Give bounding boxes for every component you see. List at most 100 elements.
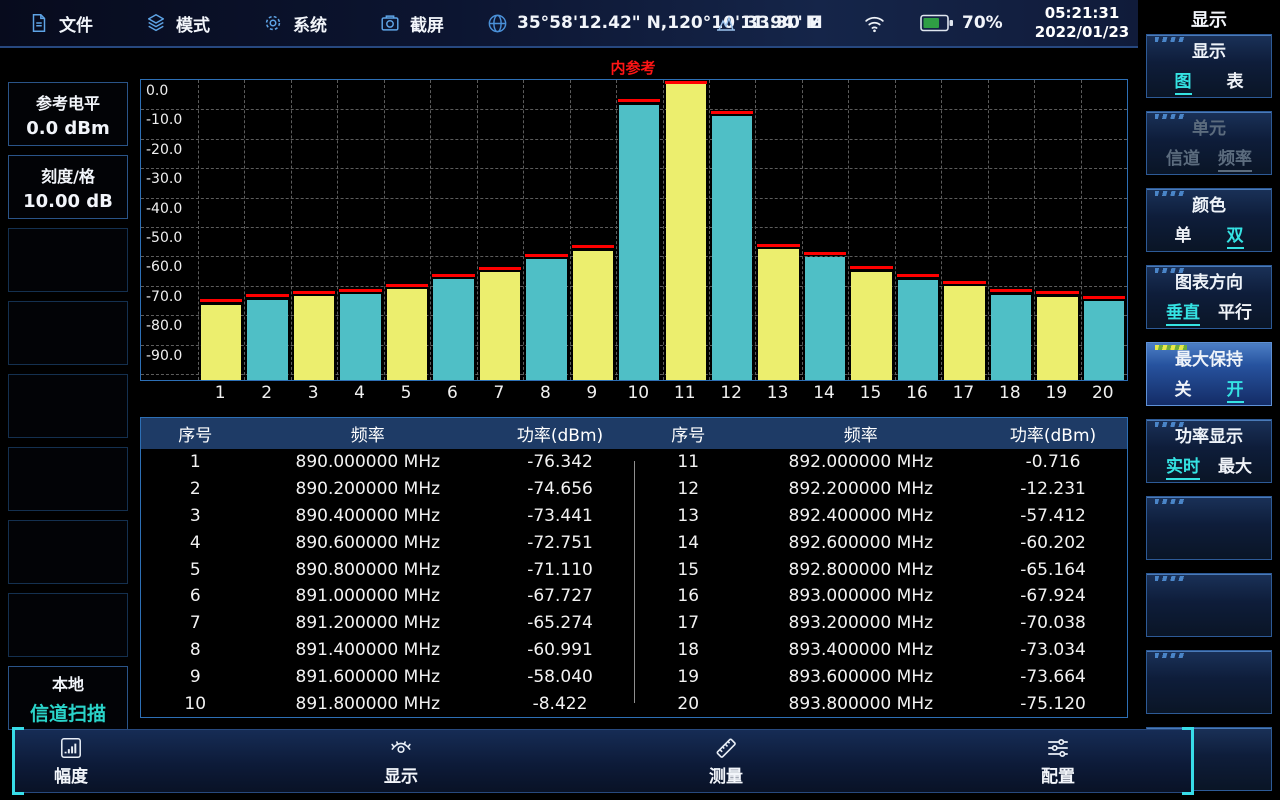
table-row: 17893.200000 MHz-70.038: [634, 610, 1127, 637]
channel-bar-14: [805, 257, 845, 380]
softkey-功率显示[interactable]: 功率显示实时最大: [1146, 419, 1272, 483]
v-gridline: [709, 80, 710, 380]
v-gridline: [430, 80, 431, 380]
v-gridline: [198, 80, 199, 380]
menu-文件[interactable]: 文件: [28, 11, 93, 36]
table-row: 10891.800000 MHz-8.422: [141, 690, 634, 717]
channel-bar-11: [666, 82, 706, 380]
softkey-单元[interactable]: 单元信道频率: [1146, 111, 1272, 175]
table-row: 8891.400000 MHz-60.991: [141, 637, 634, 664]
param-box-本地[interactable]: 本地信道扫描: [8, 666, 128, 730]
max-hold-marker-9: [572, 245, 614, 248]
menu-模式[interactable]: 模式: [145, 11, 210, 36]
corner-stripes-decoration: [1155, 576, 1187, 581]
option-频率[interactable]: 频率: [1218, 144, 1252, 172]
nav-幅度[interactable]: 幅度: [16, 730, 126, 792]
frequency-value: 890.800000 MHz: [249, 556, 486, 583]
v-gridline: [244, 80, 245, 380]
power-value: -73.034: [979, 637, 1127, 664]
param-box-empty: [8, 374, 128, 438]
option-表[interactable]: 表: [1227, 67, 1244, 95]
top-status-bar: 文件模式系统截屏 35°58'12.42" N,120°10'11.94" E …: [0, 0, 1138, 48]
channel-bar-13: [758, 249, 798, 380]
nav-显示[interactable]: 显示: [346, 730, 456, 792]
option-最大[interactable]: 最大: [1218, 452, 1252, 480]
y-tick-label: -90.0: [146, 348, 182, 364]
option-图[interactable]: 图: [1175, 67, 1192, 95]
channel-bar-6: [433, 279, 473, 380]
option-双[interactable]: 双: [1227, 221, 1244, 249]
display-settings-panel: 显示 显示图表单元信道频率颜色单双图表方向垂直平行最大保持关开功率显示实时最大: [1138, 0, 1280, 800]
row-index: 17: [634, 610, 742, 637]
y-tick-label: -50.0: [146, 230, 182, 246]
nav-label: 显示: [384, 762, 418, 787]
menu-系统[interactable]: 系统: [262, 11, 327, 36]
option-开[interactable]: 开: [1227, 375, 1244, 403]
softkey-最大保持[interactable]: 最大保持关开: [1146, 342, 1272, 406]
globe-icon: [486, 12, 509, 35]
power-value: -72.751: [486, 529, 634, 556]
power-value: -73.441: [486, 503, 634, 530]
chart-x-axis-labels: 1234567891011121314151617181920: [140, 383, 1126, 407]
option-关[interactable]: 关: [1175, 375, 1192, 403]
nav-label: 幅度: [54, 762, 88, 787]
table-body: 1890.000000 MHz-76.3422890.200000 MHz-74…: [141, 449, 1127, 717]
column-header: 功率(dBm): [979, 418, 1127, 449]
panel-title: 显示: [1138, 6, 1280, 32]
frequency-value: 891.000000 MHz: [249, 583, 486, 610]
table-row: 15892.800000 MHz-65.164: [634, 556, 1127, 583]
softkey-图表方向[interactable]: 图表方向垂直平行: [1146, 265, 1272, 329]
option-垂直[interactable]: 垂直: [1166, 298, 1200, 326]
row-index: 6: [141, 583, 249, 610]
file-icon: [28, 12, 50, 34]
power-value: -60.202: [979, 529, 1127, 556]
power-value: -75.120: [979, 690, 1127, 717]
softkey-empty: [1146, 573, 1272, 637]
option-信道[interactable]: 信道: [1166, 144, 1200, 172]
y-tick-label: -20.0: [146, 142, 182, 158]
power-value: -73.664: [979, 663, 1127, 690]
param-box-empty: [8, 447, 128, 511]
altitude-icon: [714, 11, 738, 35]
param-box-参考电平[interactable]: 参考电平0.0 dBm: [8, 82, 128, 146]
gear-icon: [262, 12, 284, 34]
softkey-颜色[interactable]: 颜色单双: [1146, 188, 1272, 252]
frequency-value: 893.600000 MHz: [742, 663, 979, 690]
max-hold-marker-8: [525, 254, 567, 257]
table-row: 2890.200000 MHz-74.656: [141, 476, 634, 503]
nav-配置[interactable]: 配置: [1003, 730, 1113, 792]
row-index: 2: [141, 476, 249, 503]
option-单[interactable]: 单: [1175, 221, 1192, 249]
row-index: 4: [141, 529, 249, 556]
y-tick-label: -70.0: [146, 289, 182, 305]
channel-bar-10: [619, 105, 659, 380]
column-header: 序号: [634, 418, 742, 449]
softkey-options: 信道频率: [1147, 144, 1271, 172]
v-gridline: [477, 80, 478, 380]
max-hold-marker-15: [850, 266, 892, 269]
table-header: 序号频率功率(dBm) 序号频率功率(dBm): [141, 418, 1127, 449]
table-row: 18893.400000 MHz-73.034: [634, 637, 1127, 664]
power-value: -76.342: [486, 449, 634, 476]
nav-测量[interactable]: 测量: [671, 730, 781, 792]
corner-stripes-decoration: [1155, 114, 1187, 119]
v-gridline: [895, 80, 896, 380]
menu-截屏[interactable]: 截屏: [379, 11, 444, 36]
battery-percent: 70%: [962, 13, 1003, 33]
y-tick-label: -10.0: [146, 112, 182, 128]
table-row: 3890.400000 MHz-73.441: [141, 503, 634, 530]
max-hold-marker-14: [804, 252, 846, 255]
nav-label: 测量: [709, 762, 743, 787]
param-box-刻度/格[interactable]: 刻度/格10.00 dB: [8, 155, 128, 219]
option-平行[interactable]: 平行: [1218, 298, 1252, 326]
topbar-menus: 文件 模式 系统 截屏: [28, 0, 444, 46]
row-index: 14: [634, 529, 742, 556]
frequency-value: 890.400000 MHz: [249, 503, 486, 530]
option-实时[interactable]: 实时: [1166, 452, 1200, 480]
softkey-显示[interactable]: 显示图表: [1146, 34, 1272, 98]
row-index: 9: [141, 663, 249, 690]
max-hold-marker-16: [897, 274, 939, 277]
power-value: -65.274: [486, 610, 634, 637]
power-value: -71.110: [486, 556, 634, 583]
channel-power-table: 序号频率功率(dBm) 序号频率功率(dBm) 1890.000000 MHz-…: [140, 417, 1128, 718]
